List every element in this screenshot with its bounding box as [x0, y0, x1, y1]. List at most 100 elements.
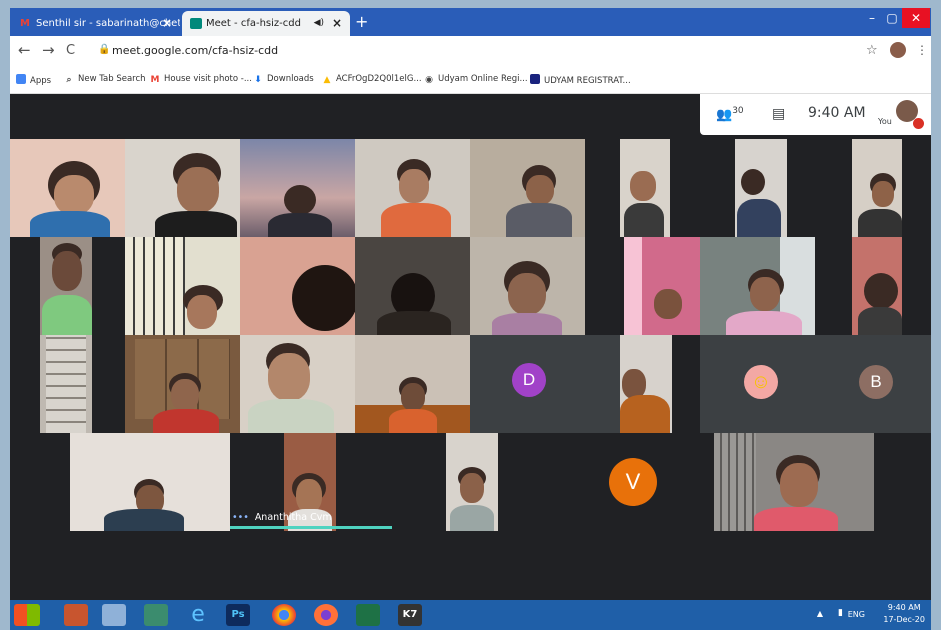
participant-tile[interactable] [700, 237, 815, 335]
participant-tile[interactable] [10, 139, 125, 237]
more-options-icon[interactable]: ••• [232, 512, 249, 523]
participant-face [630, 171, 656, 201]
participant-tile[interactable]: D [470, 335, 624, 433]
avatar-initial-d: D [512, 363, 546, 397]
firefox-icon[interactable] [314, 604, 338, 626]
bookmark-udyam-online[interactable]: ◉ Udyam Online Regi... [424, 74, 528, 85]
minimize-button[interactable]: – [862, 8, 882, 28]
participant-body [42, 295, 92, 335]
participant-tile[interactable] [852, 237, 902, 335]
participant-tile[interactable] [620, 139, 670, 237]
speaking-indicator [230, 526, 392, 529]
participant-tile[interactable] [40, 237, 92, 335]
participant-tile[interactable] [240, 139, 355, 237]
meet-top-bar: 👥30 ▤ 9:40 AM You [700, 94, 931, 135]
door-panel [46, 335, 86, 433]
participant-face [177, 167, 219, 213]
drive-icon: ▲ [323, 75, 331, 85]
bookmark-new-tab-search[interactable]: ⌕ New Tab Search [64, 74, 145, 85]
search-icon: ⌕ [66, 75, 72, 85]
menu-icon[interactable]: ⋮ [916, 43, 928, 57]
network-icon[interactable]: ▮ [838, 608, 843, 618]
photoshop-icon[interactable]: Ps [226, 604, 250, 626]
participant-body [268, 213, 332, 237]
participant-count: 30 [732, 106, 744, 116]
tray-time: 9:40 AM [887, 603, 921, 612]
internet-explorer-icon[interactable]: e [186, 604, 210, 626]
participant-face [872, 181, 894, 207]
participant-tile[interactable] [355, 335, 470, 433]
outlook-icon[interactable] [64, 604, 88, 626]
paint-icon[interactable] [102, 604, 126, 626]
star-icon[interactable]: ☆ [866, 43, 878, 58]
system-clock[interactable]: 9:40 AM 17-Dec-20 [883, 602, 925, 626]
people-button[interactable]: 👥30 [716, 106, 744, 122]
bookmark-drive[interactable]: ▲ ACFrOgD2Q0l1elG... [322, 74, 422, 85]
participant-head [284, 185, 316, 215]
globe-icon: ◉ [425, 75, 433, 85]
tray-arrow-icon[interactable]: ▲ [817, 609, 823, 618]
close-window-button[interactable]: ✕ [902, 8, 930, 28]
participant-body [248, 399, 334, 433]
participant-tile[interactable] [620, 335, 672, 433]
participant-face [268, 353, 310, 401]
language-indicator[interactable]: ENG [848, 610, 865, 619]
bookmark-house-visit[interactable]: M House visit photo -... [150, 74, 252, 85]
udyam-icon [530, 74, 540, 84]
participant-tile[interactable] [125, 139, 240, 237]
windows-taskbar: e Ps K7 ▲ ▮ ENG 9:40 AM 17-Dec-20 [10, 600, 931, 630]
participant-tile[interactable]: ☺ [700, 335, 815, 433]
participant-tile[interactable] [470, 139, 585, 237]
participant-body [737, 199, 781, 237]
pink-curtain [624, 237, 642, 335]
participant-tile[interactable] [714, 433, 874, 531]
reload-button[interactable]: C [66, 43, 75, 58]
chrome-icon[interactable] [272, 604, 296, 626]
participant-tile[interactable] [355, 237, 470, 335]
participant-tile[interactable] [240, 335, 355, 433]
url-field[interactable]: meet.google.com/cfa-hsiz-cdd [112, 44, 278, 57]
close-tab-icon[interactable]: × [332, 11, 342, 36]
back-button[interactable]: ← [18, 41, 31, 59]
address-bar-row: ← → C 🔒 meet.google.com/cfa-hsiz-cdd ☆ ⋮ [10, 36, 931, 66]
active-speaker-name: Ananthitha Cvm [254, 512, 332, 523]
participant-tile[interactable] [70, 433, 230, 531]
participant-tile[interactable] [624, 237, 700, 335]
participant-tile[interactable] [240, 237, 355, 335]
participant-tile[interactable] [470, 237, 585, 335]
participant-tile[interactable] [735, 139, 787, 237]
close-tab-icon[interactable]: × [162, 11, 172, 36]
speaker-icon[interactable]: ◀) [314, 11, 324, 36]
publisher-icon[interactable] [144, 604, 168, 626]
participant-tile[interactable] [355, 139, 470, 237]
participant-body [858, 209, 902, 237]
participant-tile[interactable] [852, 139, 902, 237]
participant-tile[interactable]: B [815, 335, 931, 433]
profile-avatar[interactable] [890, 42, 906, 58]
meeting-clock: 9:40 AM [808, 105, 866, 121]
participant-tile[interactable] [125, 335, 240, 433]
bookmark-udyam-registrat[interactable]: UDYAM REGISTRAT... [530, 74, 631, 86]
k7-antivirus-icon[interactable]: K7 [398, 604, 422, 626]
tab-meet[interactable]: Meet - cfa-hsiz-cdd ◀) × [182, 11, 350, 36]
avatar-initial-v[interactable]: V [609, 458, 657, 506]
participant-face [508, 273, 546, 315]
participant-tile[interactable] [125, 237, 240, 335]
tab-gmail[interactable]: M Senthil sir - sabarinath@chettina × [12, 11, 180, 36]
bookmark-downloads[interactable]: ⬇ Downloads [253, 74, 313, 85]
meet-video-grid: 👥30 ▤ 9:40 AM You D ☺ B V [10, 94, 931, 600]
participant-head [292, 265, 355, 331]
chat-icon[interactable]: ▤ [772, 106, 785, 122]
bookmark-apps[interactable]: Apps [16, 74, 51, 86]
lock-icon[interactable]: 🔒 [98, 44, 110, 55]
participant-tile[interactable] [40, 335, 92, 433]
participant-tile[interactable] [446, 433, 498, 531]
participant-face [52, 251, 82, 291]
participant-body [104, 509, 184, 531]
participant-body [30, 211, 110, 237]
maximize-button[interactable]: ▢ [882, 8, 902, 28]
windows-start-icon[interactable] [14, 604, 40, 626]
new-tab-button[interactable]: + [355, 11, 368, 33]
excel-icon[interactable] [356, 604, 380, 626]
forward-button[interactable]: → [42, 41, 55, 59]
